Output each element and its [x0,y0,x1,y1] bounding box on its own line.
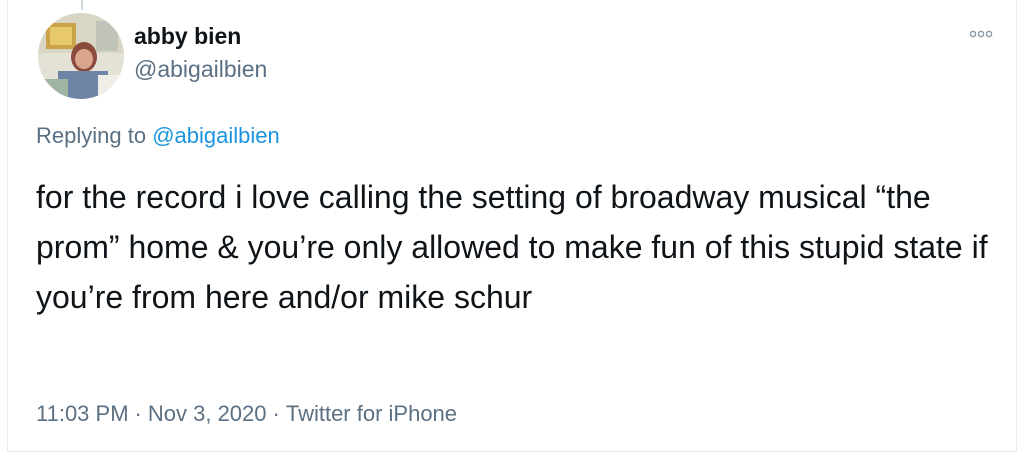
meta-separator: · [134,401,142,426]
tweet-date[interactable]: Nov 3, 2020 [148,401,267,426]
replying-to-mention[interactable]: @abigailbien [152,123,280,148]
tweet-meta: 11:03 PM · Nov 3, 2020 · Twitter for iPhone [36,400,457,428]
thread-connector-line [81,0,83,10]
more-options-icon [969,30,993,38]
avatar[interactable] [38,13,124,99]
author-name[interactable]: abby bien [134,22,241,50]
tweet-time[interactable]: 11:03 PM [36,401,129,426]
avatar-photo [38,13,124,99]
author-handle[interactable]: @abigailbien [134,55,267,83]
replying-to: Replying to @abigailbien [36,122,280,150]
meta-separator: · [272,401,280,426]
replying-to-label: Replying to [36,123,147,148]
tweet-text: for the record i love calling the settin… [36,179,988,315]
more-options-button[interactable] [966,24,996,44]
tweet-source[interactable]: Twitter for iPhone [286,401,457,426]
tweet-card: abby bien @abigailbien Replying to @abig… [7,0,1017,452]
